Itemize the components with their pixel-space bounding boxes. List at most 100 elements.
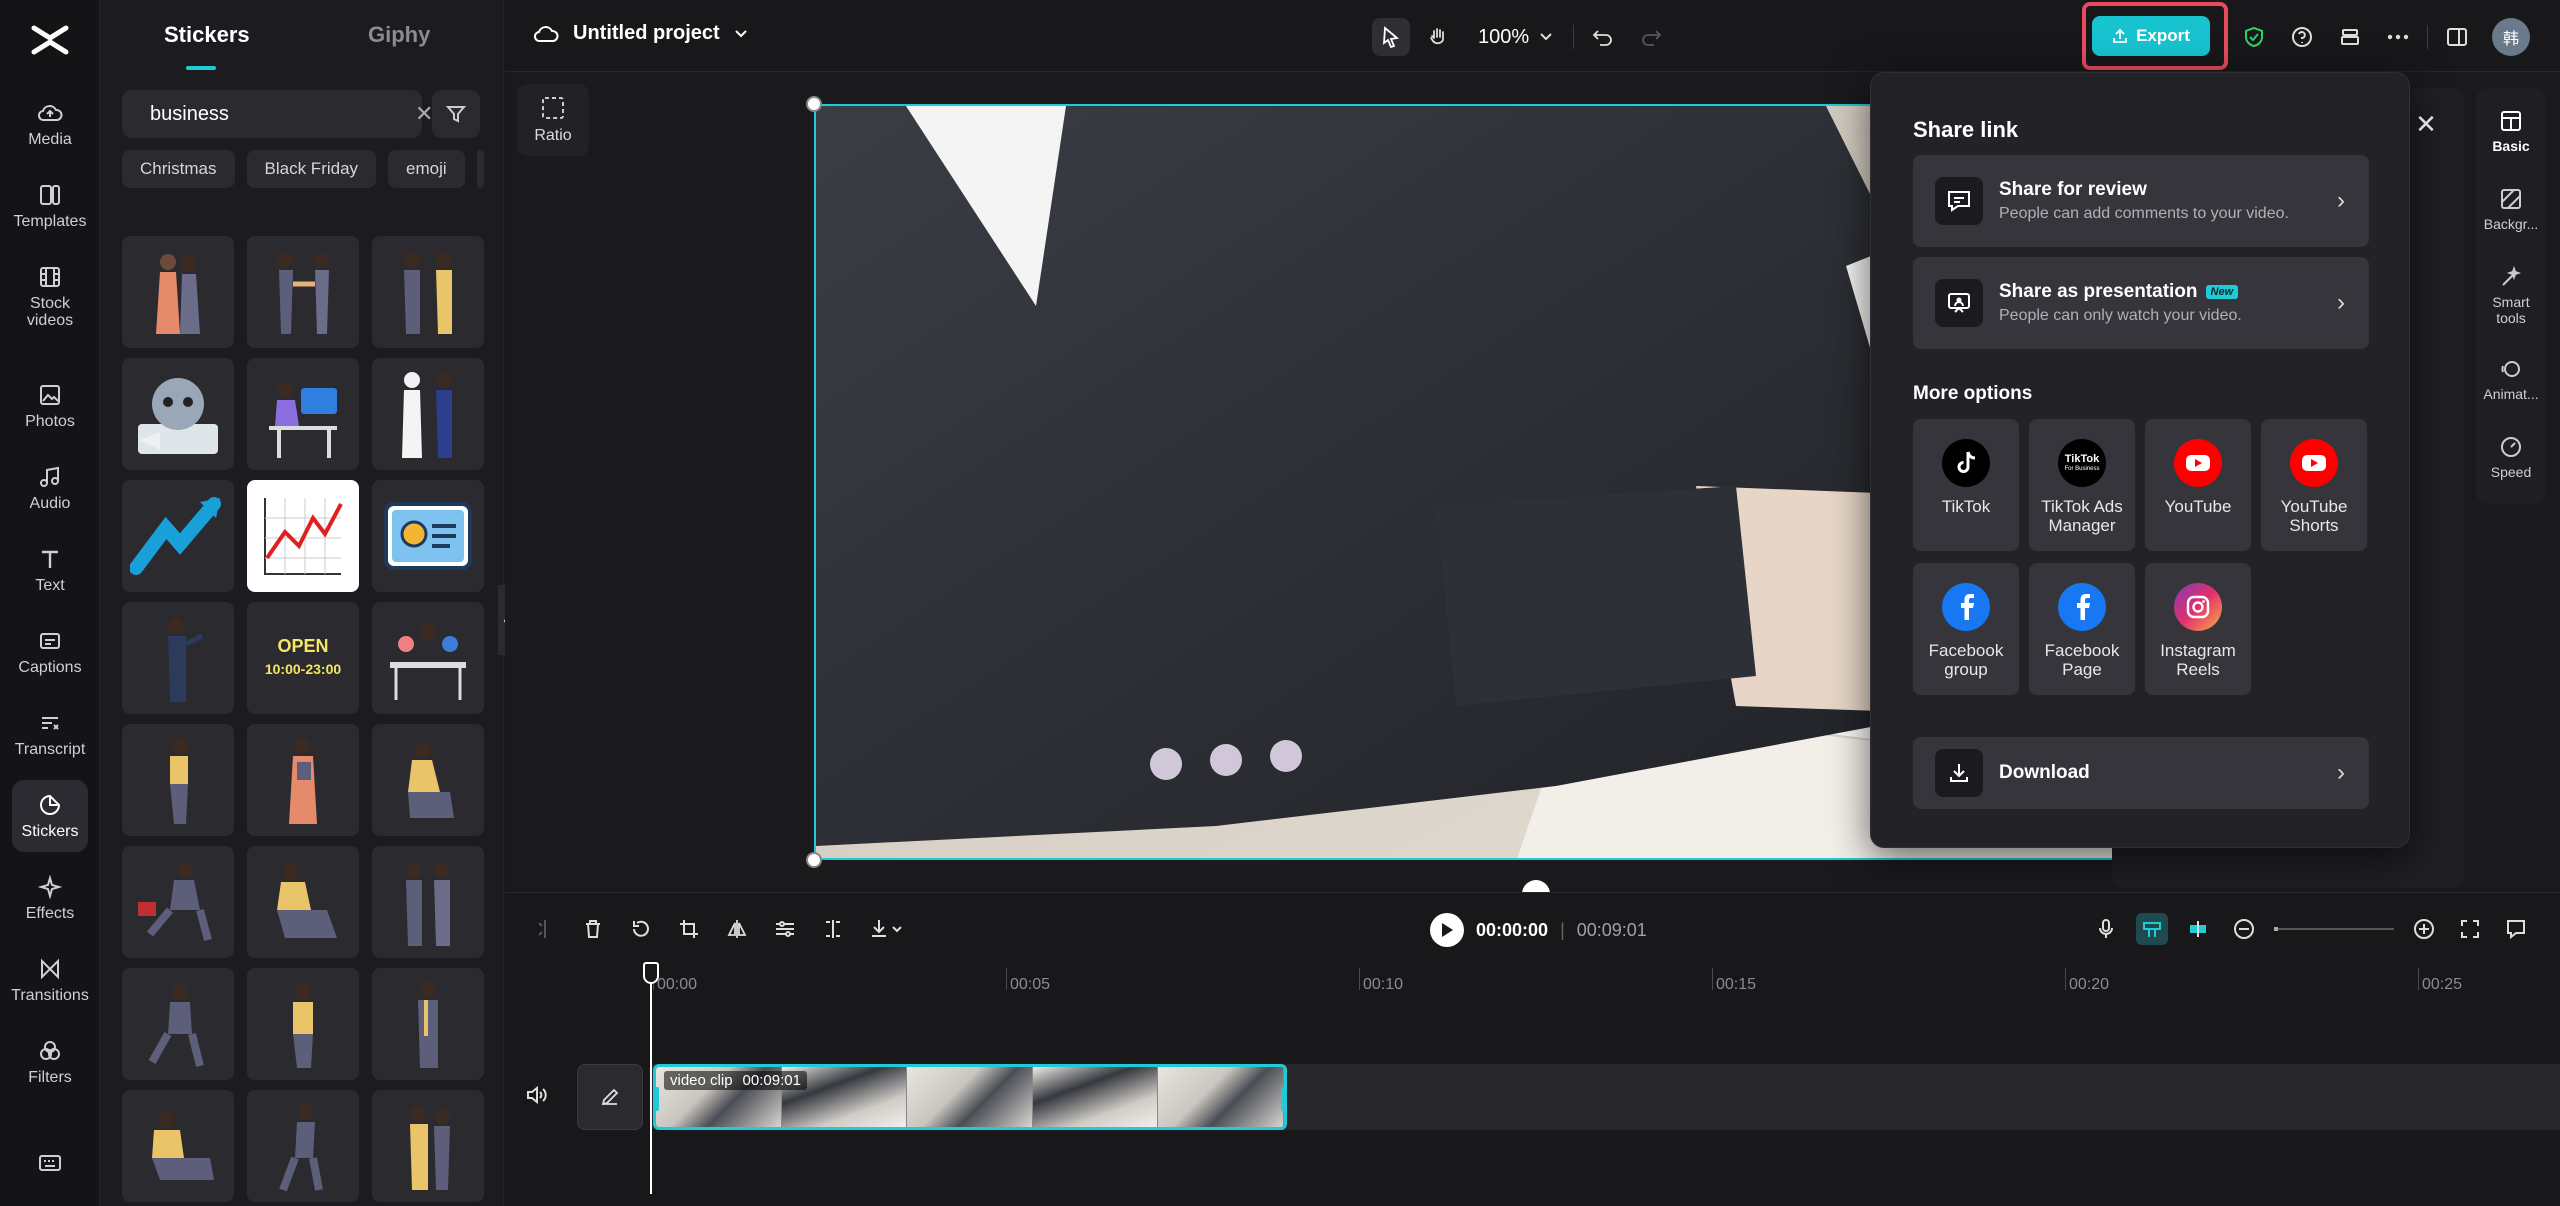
share-youtube-shorts-button[interactable]: YouTube Shorts	[2261, 419, 2367, 551]
share-youtube-button[interactable]: YouTube	[2145, 419, 2251, 551]
layout-toggle-button[interactable]	[2438, 18, 2476, 56]
sticker-item[interactable]	[247, 968, 359, 1080]
sticker-search-input[interactable]	[150, 102, 415, 126]
split-button[interactable]	[529, 913, 561, 945]
slider-knob[interactable]	[2274, 927, 2278, 931]
help-button[interactable]	[2283, 18, 2321, 56]
rail-item-templates[interactable]: Templates	[12, 170, 88, 242]
record-voice-button[interactable]	[2090, 913, 2122, 945]
reverse-button[interactable]	[625, 913, 657, 945]
download-button[interactable]: Download ›	[1913, 737, 2369, 809]
share-tiktok-ads-button[interactable]: TikTok For Business TikTok Ads Manager	[2029, 419, 2135, 551]
share-as-presentation-button[interactable]: Share as presentation New People can only…	[1913, 257, 2369, 349]
rail-item-transitions[interactable]: Transitions	[11, 944, 89, 1016]
share-for-review-button[interactable]: Share for review People can add comments…	[1913, 155, 2369, 247]
rail-item-photos[interactable]: Photos	[12, 370, 88, 442]
sticker-item[interactable]	[122, 968, 234, 1080]
capcut-logo-icon[interactable]	[28, 22, 72, 62]
keyboard-shortcuts-button[interactable]	[12, 1126, 88, 1200]
share-instagram-reels-button[interactable]: Instagram Reels	[2145, 563, 2251, 695]
right-tab-speed[interactable]: Speed	[2476, 436, 2546, 480]
undo-button[interactable]	[1584, 18, 1622, 56]
rail-item-media[interactable]: Media	[12, 88, 88, 160]
share-tiktok-button[interactable]: TikTok	[1913, 419, 2019, 551]
video-clip[interactable]: video clip 00:09:01	[653, 1064, 1287, 1130]
hand-tool-button[interactable]	[1420, 18, 1458, 56]
close-icon[interactable]: ✕	[2412, 110, 2440, 138]
rail-item-transcript[interactable]: Transcript	[12, 698, 88, 770]
resize-handle-top-left[interactable]	[806, 96, 822, 112]
edit-cover-button[interactable]	[577, 1064, 643, 1130]
rail-item-captions[interactable]: Captions	[12, 616, 88, 688]
sticker-item[interactable]	[247, 1090, 359, 1202]
zoom-out-button[interactable]	[2228, 913, 2260, 945]
chip-christmas[interactable]: Christmas	[122, 150, 235, 188]
mute-track-button[interactable]	[525, 1084, 551, 1110]
sticker-item[interactable]	[372, 358, 484, 470]
sticker-item[interactable]	[247, 724, 359, 836]
sticker-item[interactable]	[247, 358, 359, 470]
sticker-item[interactable]	[247, 236, 359, 348]
flip-button[interactable]	[721, 913, 753, 945]
sticker-item[interactable]	[247, 846, 359, 958]
feedback-button[interactable]	[2500, 913, 2532, 945]
sticker-item[interactable]	[372, 602, 484, 714]
sticker-item[interactable]	[122, 602, 234, 714]
shield-button[interactable]	[2235, 18, 2273, 56]
tab-giphy[interactable]: Giphy	[368, 22, 430, 48]
resize-handle-bottom-left[interactable]	[806, 852, 822, 868]
rail-item-stickers[interactable]: Stickers	[12, 780, 88, 852]
chip-black-friday[interactable]: Black Friday	[246, 150, 377, 188]
rail-item-text[interactable]: Text	[12, 534, 88, 606]
storage-button[interactable]	[2331, 18, 2369, 56]
right-tab-background[interactable]: Backgr...	[2476, 188, 2546, 232]
rail-item-stock-videos[interactable]: Stock videos	[12, 252, 88, 342]
right-tab-smart-tools[interactable]: Smart tools	[2476, 266, 2546, 326]
right-tab-animation[interactable]: Animat...	[2476, 358, 2546, 402]
trim-button[interactable]	[817, 913, 849, 945]
redo-button[interactable]	[1632, 18, 1670, 56]
sticker-item[interactable]	[122, 846, 234, 958]
playhead[interactable]	[650, 962, 652, 1194]
share-facebook-group-button[interactable]: Facebook group	[1913, 563, 2019, 695]
adjust-button[interactable]	[769, 913, 801, 945]
sticker-item[interactable]	[122, 1090, 234, 1202]
link-toggle-button[interactable]	[2182, 913, 2214, 945]
rail-item-filters[interactable]: Filters	[12, 1026, 88, 1098]
sticker-item[interactable]: OPEN 10:00-23:00	[247, 602, 359, 714]
select-tool-button[interactable]	[1372, 18, 1410, 56]
magnet-toggle-button[interactable]	[2136, 913, 2168, 945]
tab-stickers[interactable]: Stickers	[164, 22, 250, 48]
filter-button[interactable]	[432, 90, 480, 138]
delete-button[interactable]	[577, 913, 609, 945]
sticker-item[interactable]	[122, 358, 234, 470]
sticker-item[interactable]	[372, 724, 484, 836]
fit-timeline-button[interactable]	[2454, 913, 2486, 945]
more-options-button[interactable]	[2379, 18, 2417, 56]
rail-item-audio[interactable]: Audio	[12, 452, 88, 524]
crop-button[interactable]	[673, 913, 705, 945]
play-button[interactable]	[1430, 913, 1464, 947]
sticker-item[interactable]	[372, 846, 484, 958]
sticker-item[interactable]	[372, 1090, 484, 1202]
clip-trim-right-handle[interactable]	[1281, 1087, 1284, 1111]
export-button[interactable]: Export	[2092, 16, 2210, 56]
clip-trim-left-handle[interactable]	[656, 1087, 659, 1111]
ratio-button[interactable]: Ratio	[517, 84, 589, 156]
rail-item-effects[interactable]: Effects	[12, 862, 88, 934]
chip-partial[interactable]	[476, 150, 484, 188]
download-clip-button[interactable]	[865, 913, 909, 945]
zoom-in-button[interactable]	[2408, 913, 2440, 945]
avatar[interactable]: 韩	[2492, 18, 2530, 56]
playhead-handle[interactable]	[643, 962, 659, 984]
timeline-zoom-slider[interactable]	[2274, 927, 2394, 931]
project-title-area[interactable]: Untitled project	[533, 22, 748, 45]
sticker-item[interactable]	[372, 968, 484, 1080]
sticker-item[interactable]	[372, 236, 484, 348]
sticker-item[interactable]	[122, 480, 234, 592]
sticker-item[interactable]	[122, 724, 234, 836]
clear-search-icon[interactable]: ✕	[415, 100, 433, 128]
zoom-dropdown[interactable]: 100%	[1478, 26, 1553, 49]
chip-emoji[interactable]: emoji	[388, 150, 465, 188]
right-tab-basic[interactable]: Basic	[2476, 96, 2546, 178]
